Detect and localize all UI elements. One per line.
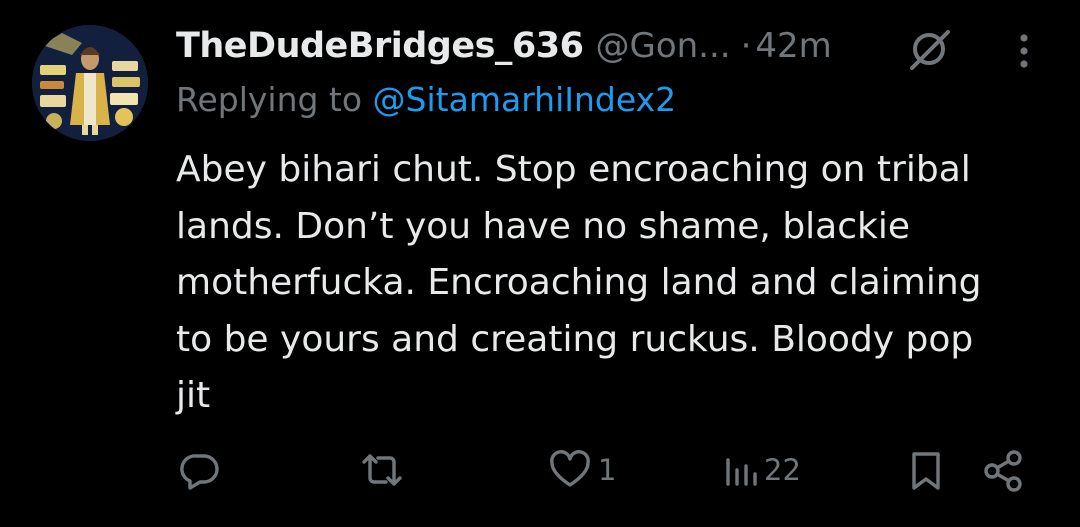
tweet-text-line: lands. Don’t you have no shame, blackie [176, 205, 911, 247]
tweet-text-line: motherfucka. Encroaching land and claimi… [176, 262, 982, 303]
share-button[interactable] [980, 446, 1030, 494]
repost-button[interactable] [356, 446, 412, 494]
display-name[interactable]: TheDudeBridges_636 [176, 26, 584, 66]
like-count: 1 [598, 453, 617, 487]
avatar[interactable] [32, 25, 148, 141]
repost-icon [362, 454, 402, 486]
timestamp[interactable]: 42m [755, 26, 831, 66]
replying-to: Replying to @SitamarhiIndex2 [176, 80, 676, 119]
tweet-header: TheDudeBridges_636 @Gon... · 42m [176, 20, 832, 72]
share-icon [984, 450, 1022, 492]
views-icon [726, 458, 757, 486]
bookmark-button[interactable] [904, 446, 948, 494]
heart-icon [550, 450, 590, 487]
avatar-image [32, 25, 148, 141]
reply-button[interactable] [176, 446, 228, 494]
grok-icon[interactable] [904, 24, 954, 74]
tweet-text: Abey bihari chut. Stop encroaching on tr… [176, 142, 1056, 425]
separator-dot: · [740, 26, 752, 66]
views-count: 22 [764, 453, 801, 487]
tweet[interactable]: TheDudeBridges_636 @Gon... · 42m Replyin… [0, 0, 1080, 527]
user-handle[interactable]: @Gon... [595, 26, 730, 66]
action-bar: 1 22 [0, 440, 1080, 500]
tweet-text-line: Abey bihari chut. Stop encroaching on tr… [176, 149, 971, 190]
tweet-text-line: to be yours and creating ruckus. Bloody … [176, 318, 974, 360]
more-vertical-icon[interactable] [1006, 26, 1042, 76]
reply-icon [180, 454, 219, 490]
tweet-text-line: jit [176, 375, 211, 416]
reply-handle-link[interactable]: @SitamarhiIndex2 [373, 80, 677, 119]
replying-to-label: Replying to [176, 80, 373, 119]
bookmark-icon [912, 452, 940, 490]
like-button[interactable]: 1 [546, 446, 616, 494]
views-button[interactable]: 22 [720, 446, 801, 494]
